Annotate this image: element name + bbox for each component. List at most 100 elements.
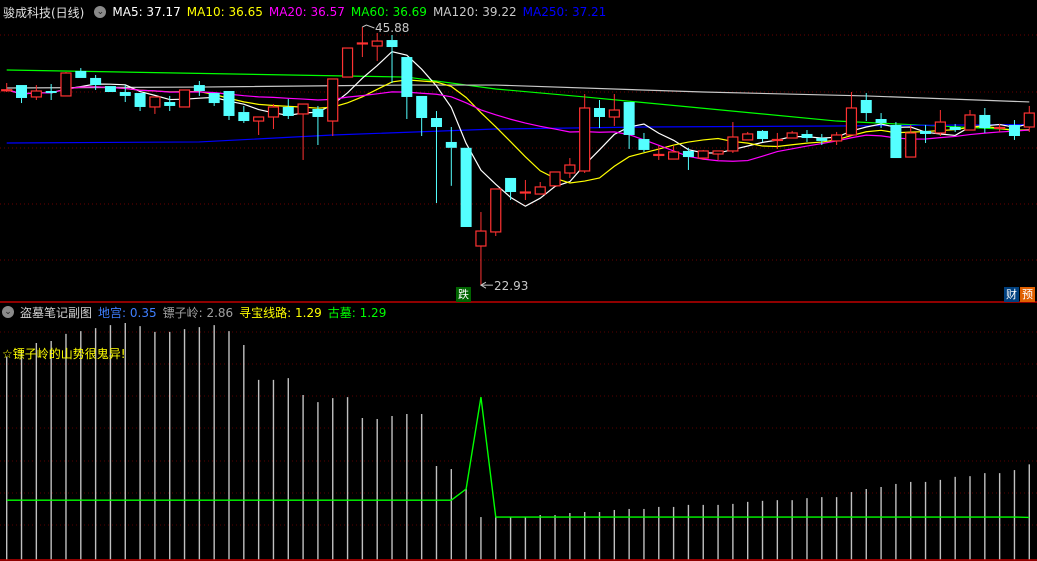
candle xyxy=(801,130,813,142)
candle xyxy=(253,116,265,135)
candle-body xyxy=(164,102,176,106)
candle xyxy=(371,32,383,61)
candle xyxy=(890,122,902,159)
candlesticks xyxy=(1,26,1035,286)
candle-body xyxy=(356,42,368,45)
candle-body xyxy=(934,121,946,134)
candle xyxy=(845,92,858,136)
candle-body xyxy=(653,153,665,157)
candle xyxy=(505,177,517,200)
candle-body xyxy=(1,89,13,92)
candle xyxy=(549,171,561,187)
candle xyxy=(757,130,769,142)
candle xyxy=(742,131,754,141)
candle-body xyxy=(786,132,798,139)
candle-body xyxy=(178,89,191,108)
candle xyxy=(608,94,620,126)
candle xyxy=(905,124,917,158)
candle xyxy=(104,86,116,93)
candle-body xyxy=(920,130,932,134)
candle-body xyxy=(1023,112,1035,128)
candle-body xyxy=(253,116,265,122)
candle-body xyxy=(16,85,28,98)
candle-body xyxy=(223,91,235,116)
candle xyxy=(282,98,294,120)
candle xyxy=(979,107,991,133)
stock-title: 骏成科技(日线) xyxy=(3,5,85,20)
candle xyxy=(60,71,72,97)
candle-body xyxy=(505,177,517,193)
sub-annotation: ☆镖子岭的山势很鬼异! xyxy=(2,347,126,361)
forecast-badge[interactable]: 预 xyxy=(1020,287,1035,302)
candle xyxy=(327,78,339,136)
candle-body xyxy=(75,70,87,78)
candle xyxy=(490,188,502,236)
candle-body xyxy=(875,119,887,123)
indicator-gumu: 古墓: 1.29 xyxy=(327,305,387,320)
candle-body xyxy=(401,57,413,97)
candle-body xyxy=(564,164,576,174)
candle-body xyxy=(638,139,650,150)
candle-body xyxy=(341,47,354,78)
candle-body xyxy=(727,136,739,152)
candle-body xyxy=(949,126,961,131)
candle-body xyxy=(667,151,680,160)
candle xyxy=(267,104,280,130)
finance-badge[interactable]: 财 xyxy=(1004,287,1019,302)
candle xyxy=(475,212,487,286)
candle-body xyxy=(623,102,635,135)
candle-body xyxy=(460,147,472,227)
candle xyxy=(297,103,309,160)
candle-body xyxy=(45,91,57,94)
indicator-biaoziling: 镖子岭: 2.86 xyxy=(162,305,234,320)
candle-body xyxy=(1008,124,1020,136)
candle xyxy=(134,93,146,112)
candle xyxy=(920,124,932,143)
candle-body xyxy=(579,107,591,172)
candle xyxy=(341,47,354,78)
sub-title: 盗墓笔记副图 xyxy=(20,305,93,320)
candle-body xyxy=(831,134,843,142)
candle xyxy=(1008,120,1020,140)
candle-body xyxy=(534,186,546,195)
candle xyxy=(579,94,591,174)
candle xyxy=(460,147,472,227)
candle xyxy=(934,110,946,136)
candle xyxy=(356,26,368,58)
candle xyxy=(193,80,205,96)
candle xyxy=(682,147,694,170)
candle-body xyxy=(386,40,398,48)
candle-body xyxy=(371,40,383,47)
candle-body xyxy=(327,78,339,122)
sub-header: ⌄ 盗墓笔记副图 地宫: 0.35 镖子岭: 2.86 寻宝线路: 1.29 古… xyxy=(0,303,392,321)
candle xyxy=(386,34,398,84)
fall-badge[interactable]: 跌 xyxy=(456,287,471,302)
candle xyxy=(519,179,532,200)
ma20-label: MA20: 36.57 xyxy=(268,5,345,19)
chevron-down-icon[interactable]: ⌄ xyxy=(94,6,107,18)
indicator-xunbao: 寻宝线路: 1.29 xyxy=(239,305,322,320)
candle-body xyxy=(594,107,605,117)
candle-body xyxy=(297,103,309,115)
candle xyxy=(445,126,457,186)
candle-body xyxy=(964,114,976,131)
candle xyxy=(178,89,191,108)
candle xyxy=(401,57,413,120)
candle xyxy=(45,84,57,100)
candle xyxy=(594,100,605,129)
candle-body xyxy=(193,85,205,92)
candle-body xyxy=(860,100,872,114)
candle-body xyxy=(994,126,1006,130)
candle xyxy=(416,95,428,136)
ma120-label: MA120: 39.22 xyxy=(432,5,517,19)
candle xyxy=(149,96,161,114)
chevron-down-icon[interactable]: ⌄ xyxy=(2,306,14,318)
candle-body xyxy=(697,150,709,159)
candle-body xyxy=(608,109,620,118)
candle-body xyxy=(475,230,487,247)
candle xyxy=(667,146,680,160)
candle xyxy=(238,105,250,123)
ma250-line xyxy=(6,123,1030,144)
candle-body xyxy=(816,138,828,141)
candle-body xyxy=(238,112,250,122)
